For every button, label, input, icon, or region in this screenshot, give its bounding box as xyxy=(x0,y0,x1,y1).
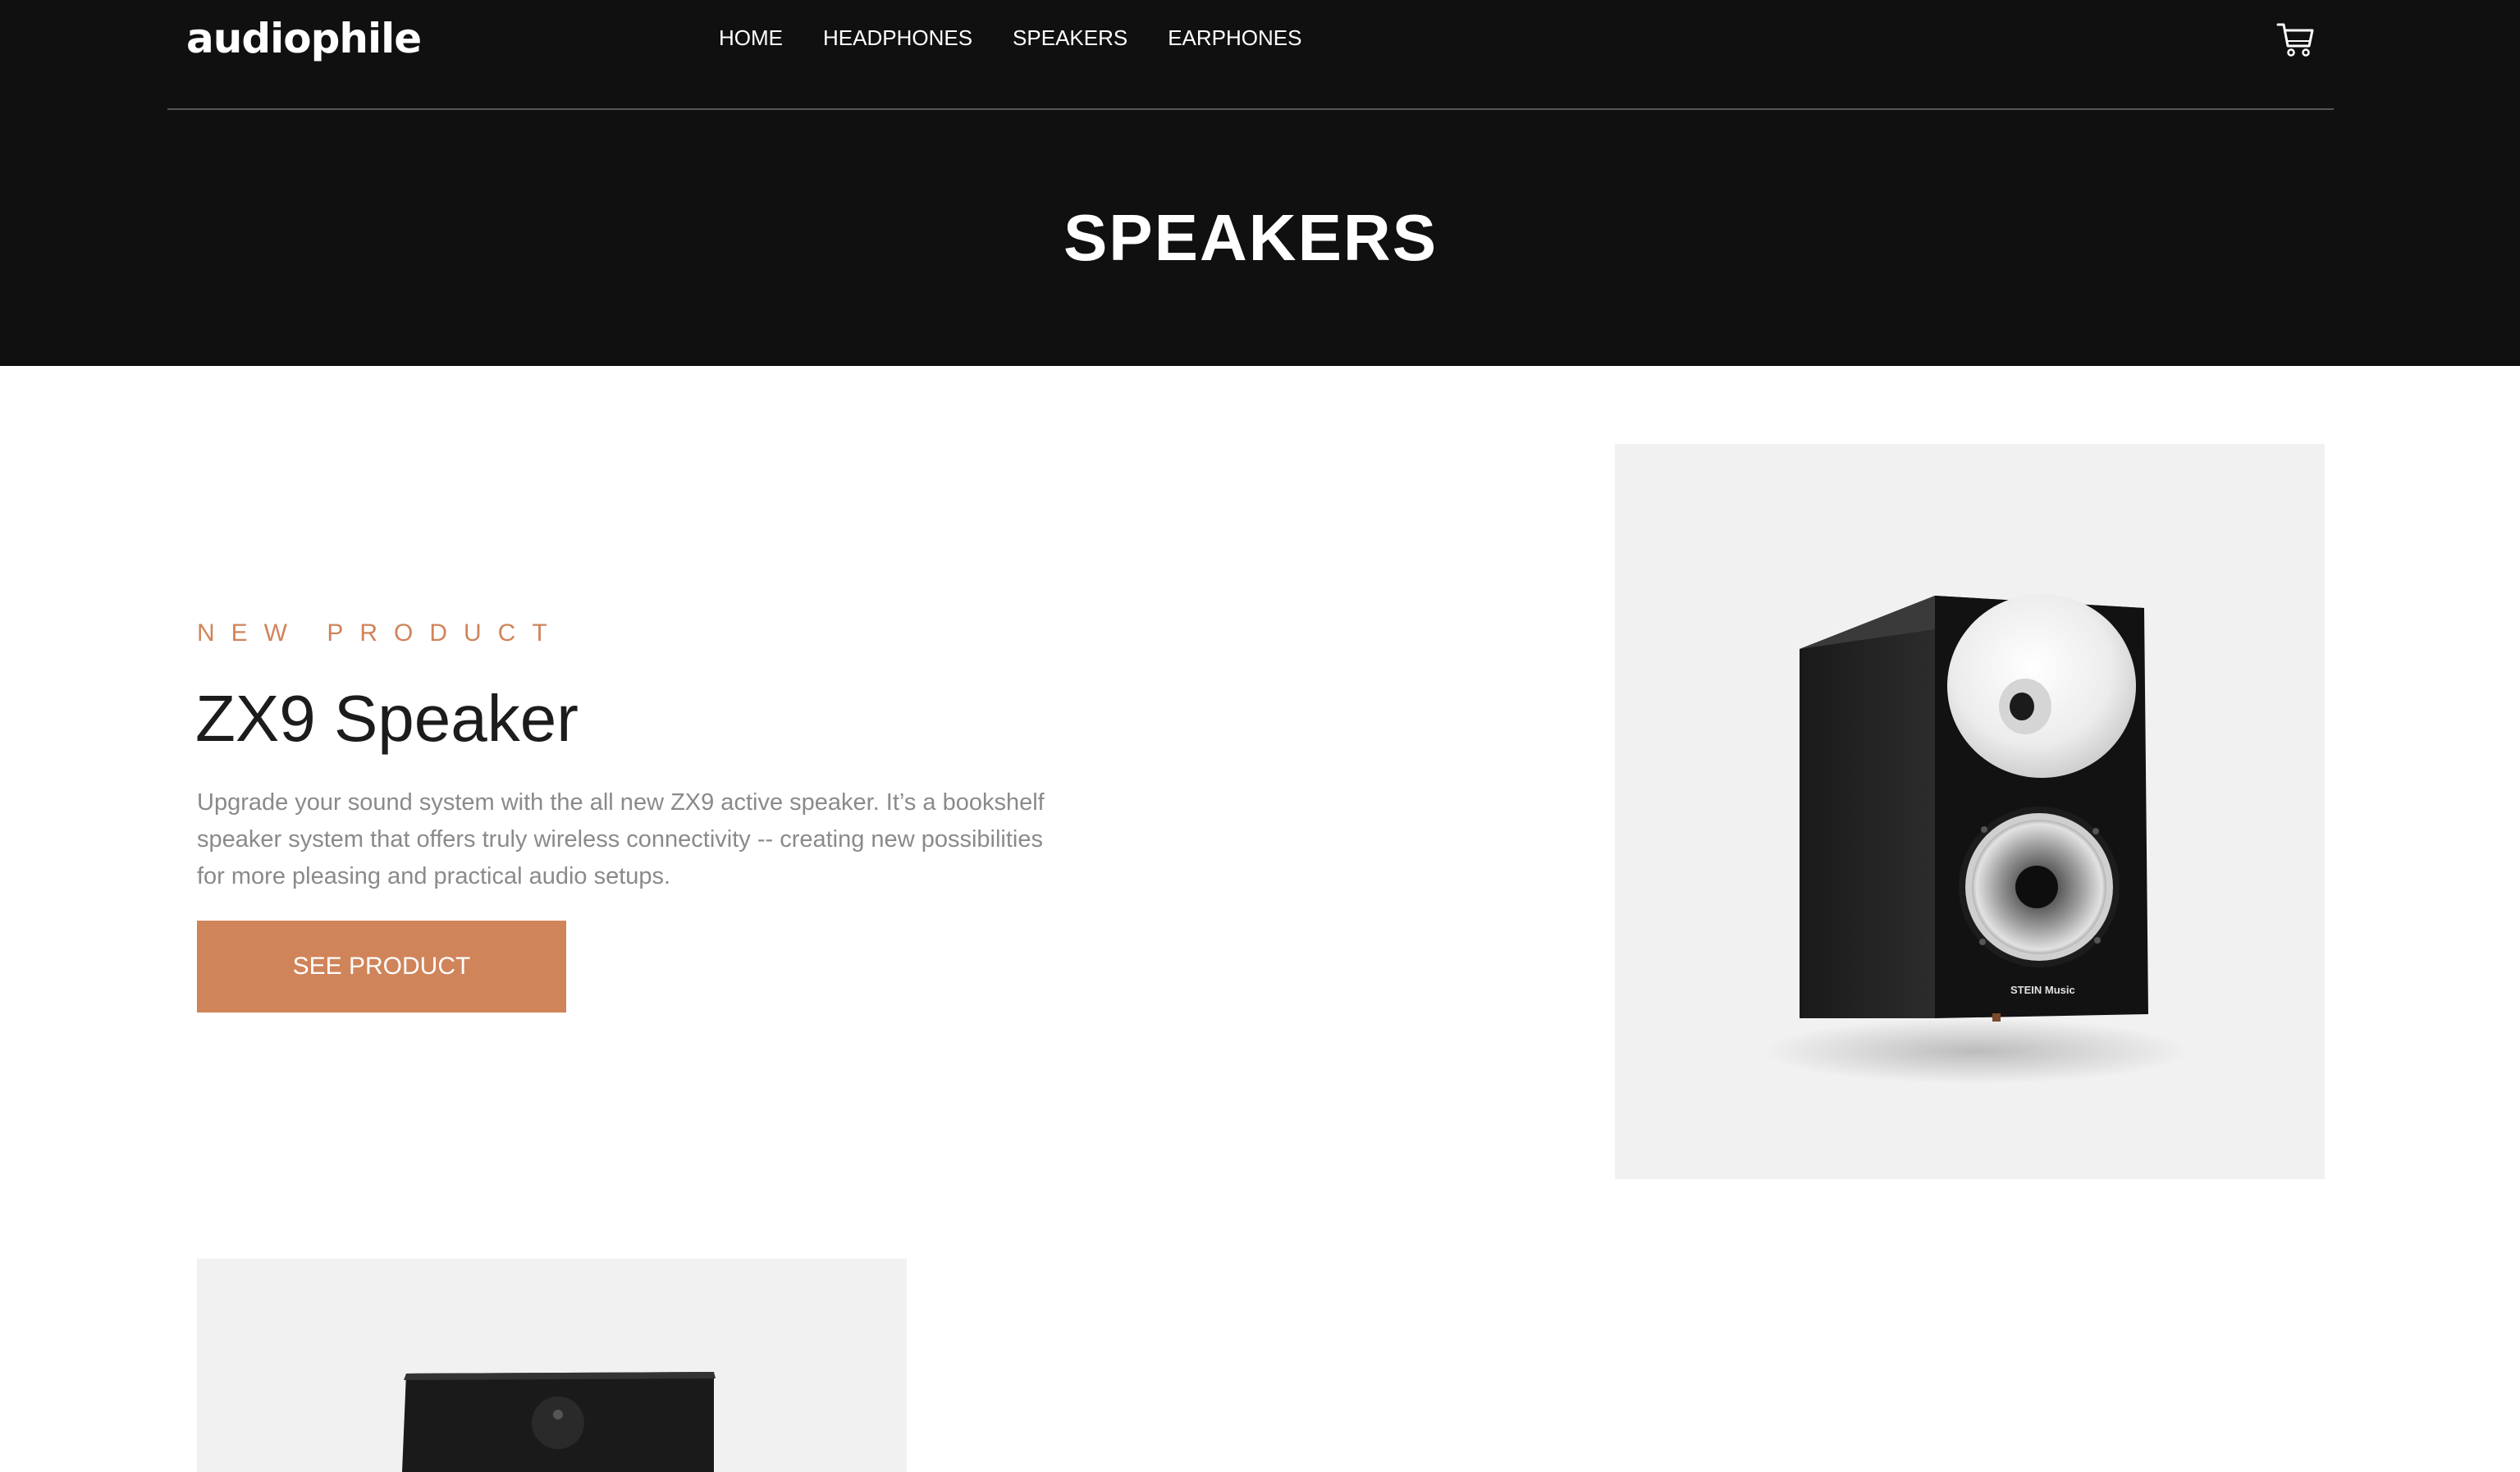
speaker-image-2 xyxy=(402,1372,716,1472)
nav-item-home[interactable]: HOME xyxy=(719,23,783,53)
speaker-image: STEIN Music xyxy=(1763,594,2189,1084)
nav-item-speakers[interactable]: SPEAKERS xyxy=(1013,23,1127,53)
nav-item-earphones[interactable]: EARPHONES xyxy=(1168,23,1301,53)
shopping-cart-icon[interactable] xyxy=(2275,18,2317,61)
page-title: SPEAKERS xyxy=(1063,201,1438,274)
see-product-button[interactable]: SEE PRODUCT xyxy=(197,921,566,1013)
nav-item-headphones[interactable]: HEADPHONES xyxy=(823,23,972,53)
main-nav: HOME HEADPHONES SPEAKERS EARPHONES xyxy=(719,23,1301,53)
header-divider xyxy=(167,108,2334,110)
speaker-brand-mark: STEIN Music xyxy=(2010,984,2075,996)
product-image-card: STEIN Music xyxy=(1615,444,2325,1179)
new-product-label: NEW PRODUCT xyxy=(197,619,564,647)
second-product-image-card xyxy=(197,1259,907,1472)
hero-header: audiophile HOME HEADPHONES SPEAKERS EARP… xyxy=(0,0,2520,366)
site-logo[interactable]: audiophile xyxy=(186,10,422,67)
product-title: ZX9 Speaker xyxy=(195,682,579,755)
product-description: Upgrade your sound system with the all n… xyxy=(197,789,1045,889)
